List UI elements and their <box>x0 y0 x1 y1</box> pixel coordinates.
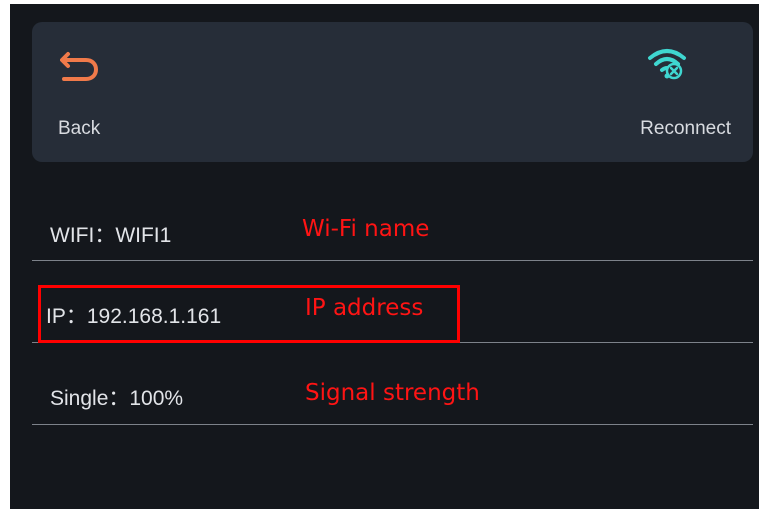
reconnect-label: Reconnect <box>640 118 731 139</box>
signal-strength-row: Single：100% Signal strength <box>32 346 753 426</box>
toolbar: Back Reconnect <box>32 22 753 162</box>
wifi-reconnect-icon <box>647 46 687 86</box>
signal-strength-annotation: Signal strength <box>305 380 480 406</box>
back-button[interactable]: Back <box>32 22 162 162</box>
ip-highlight-box <box>38 285 460 343</box>
divider <box>32 424 753 425</box>
signal-strength-value: Single：100% <box>50 387 184 410</box>
wifi-name-value: WIFI：WIFI1 <box>50 224 172 247</box>
device-screen: Back Reconnect WIFI：WIFI1 Wi-Fi name IP：… <box>10 4 759 509</box>
reconnect-button[interactable]: Reconnect <box>583 22 753 162</box>
wifi-name-annotation: Wi-Fi name <box>302 216 430 242</box>
back-label: Back <box>58 118 101 139</box>
divider <box>32 260 753 261</box>
back-arrow-icon <box>60 48 100 88</box>
wifi-name-row: WIFI：WIFI1 Wi-Fi name <box>32 182 753 262</box>
